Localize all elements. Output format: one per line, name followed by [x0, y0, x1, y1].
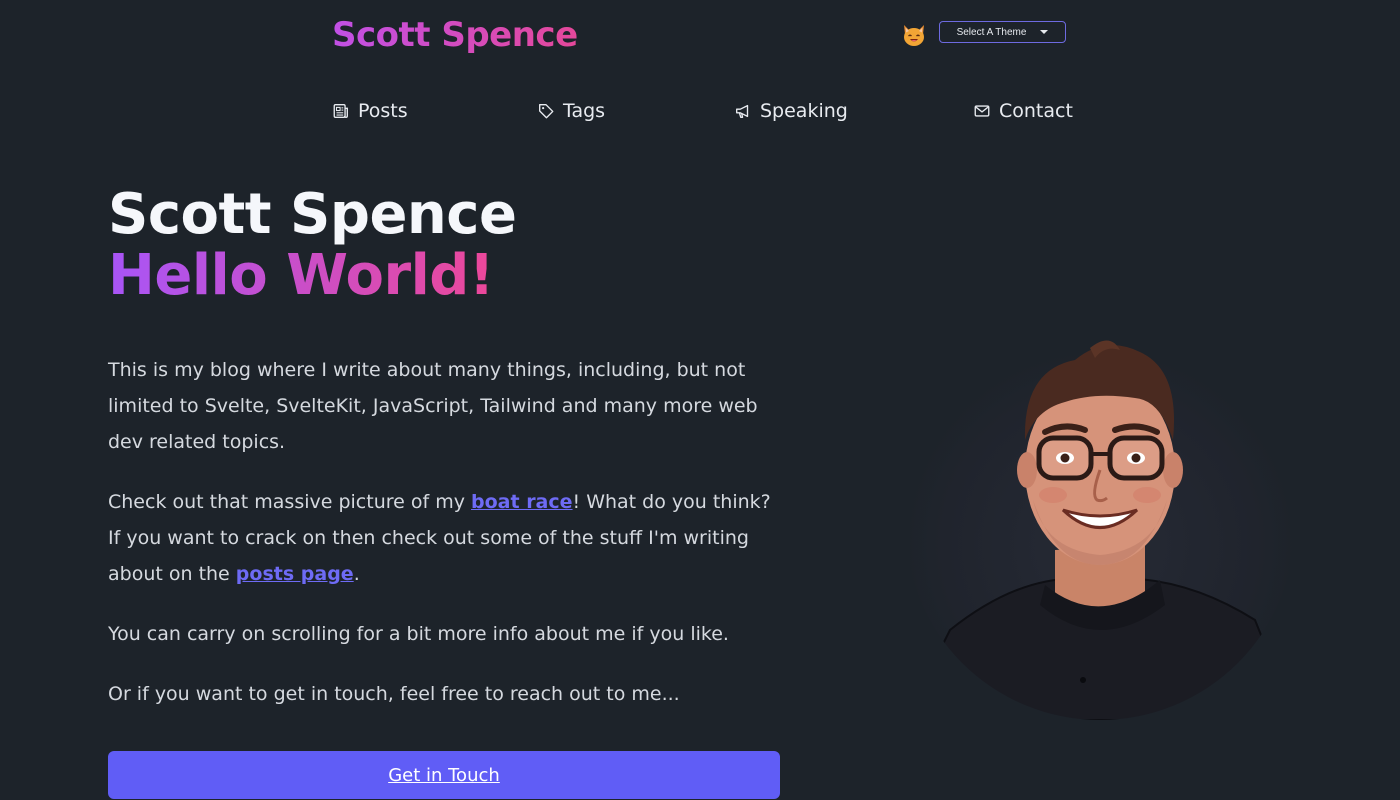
- intro-paragraph-4: Or if you want to get in touch, feel fre…: [108, 683, 680, 705]
- intro-paragraph-3: You can carry on scrolling for a bit mor…: [108, 623, 729, 645]
- theme-select[interactable]: Select A Theme: [939, 21, 1066, 43]
- nav-label-posts: Posts: [358, 100, 408, 122]
- intro-paragraph-2: Check out that massive picture of my boa…: [108, 484, 780, 592]
- intro-text: .: [353, 563, 360, 585]
- get-in-touch-button[interactable]: Get in Touch: [108, 751, 780, 799]
- nav-label-speaking: Speaking: [760, 100, 848, 122]
- megaphone-icon: [736, 104, 749, 118]
- chevron-down-icon: [1040, 30, 1049, 34]
- boat-race-link[interactable]: boat race: [471, 491, 573, 513]
- nav-label-tags: Tags: [563, 100, 606, 122]
- intro-paragraph-1: This is my blog where I write about many…: [108, 359, 758, 453]
- page: Scott Spence Select A Theme Posts Tags S…: [0, 0, 1400, 800]
- site-title-link[interactable]: Scott Spence: [332, 14, 578, 56]
- nav-item-speaking[interactable]: Speaking: [734, 97, 848, 125]
- envelope-icon: [974, 105, 990, 117]
- newspaper-icon: [333, 104, 348, 118]
- avatar: [905, 330, 1295, 720]
- nav-label-contact: Contact: [999, 100, 1073, 122]
- tag-icon: [539, 104, 554, 119]
- theme-select-label: Select A Theme: [956, 26, 1027, 38]
- hero-greeting: Hello World!: [108, 243, 494, 308]
- hero-name: Scott Spence: [108, 182, 517, 247]
- nav-item-tags[interactable]: Tags: [537, 97, 605, 125]
- intro-text: Check out that massive picture of my: [108, 491, 472, 513]
- nav-item-posts[interactable]: Posts: [332, 97, 408, 125]
- nav-item-contact[interactable]: Contact: [973, 97, 1073, 125]
- posts-page-link[interactable]: posts page: [236, 563, 354, 585]
- cat-face-icon: [904, 25, 924, 46]
